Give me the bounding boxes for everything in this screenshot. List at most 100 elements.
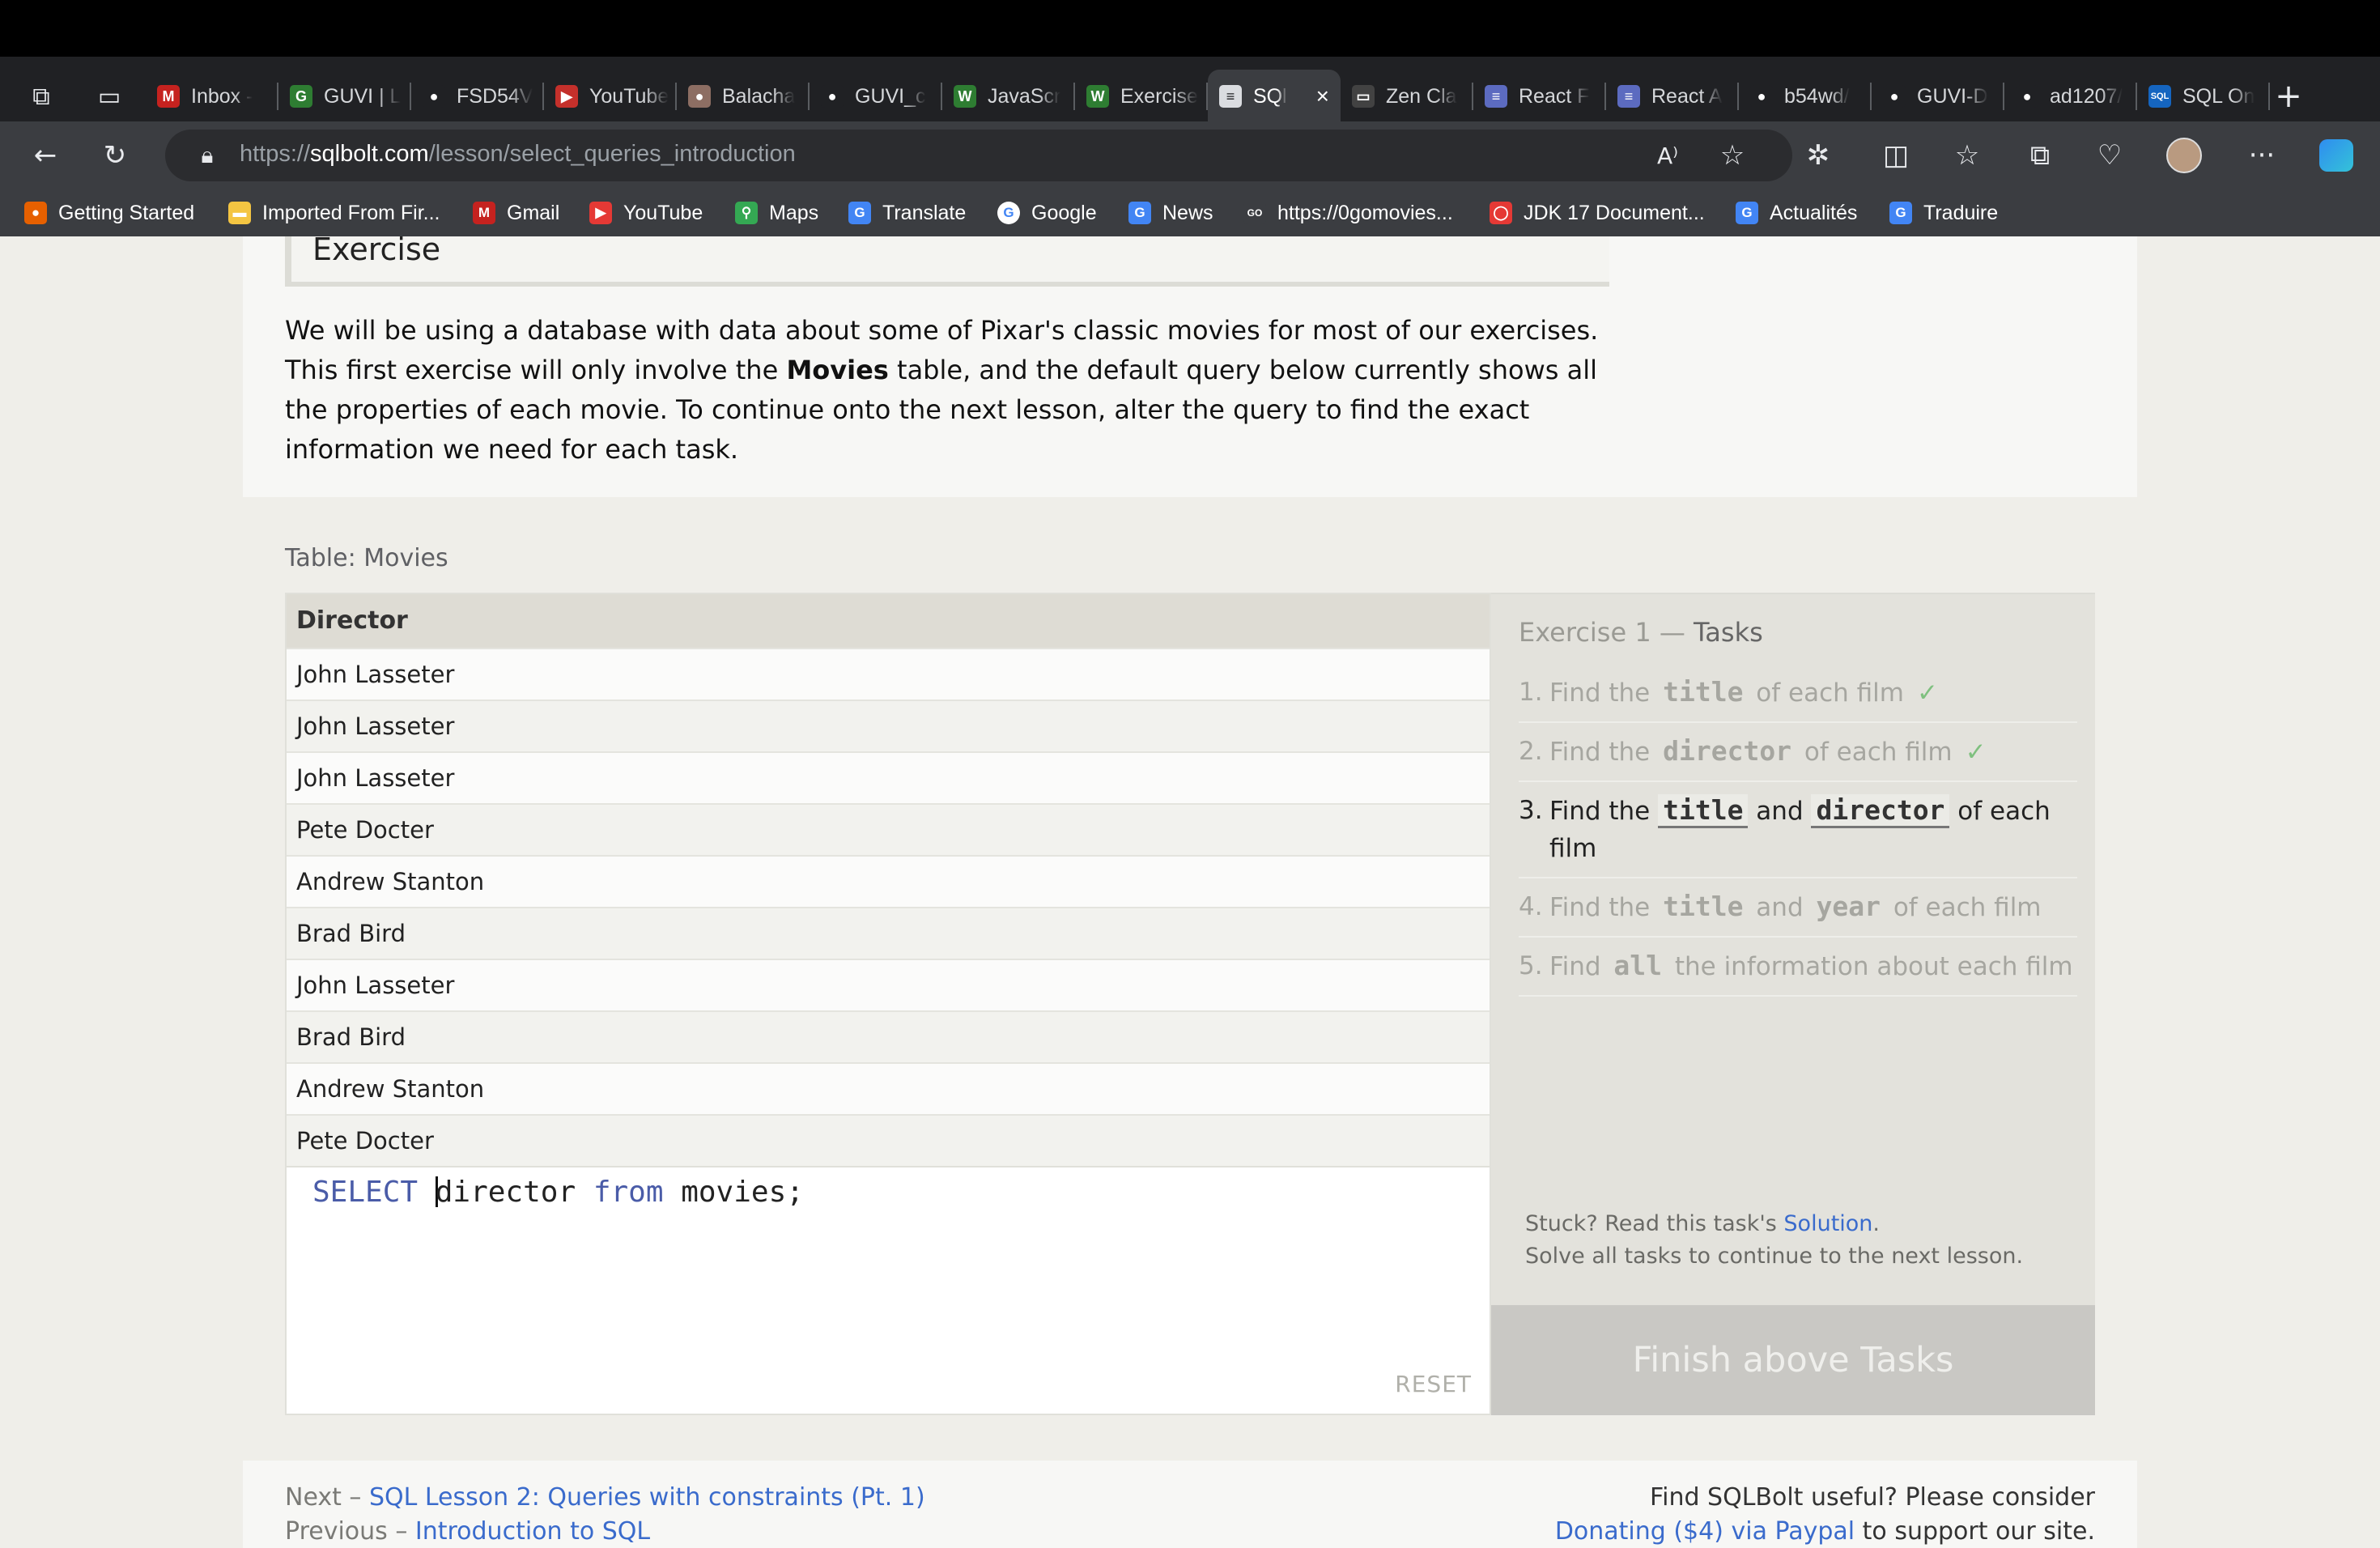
bookmark-item[interactable]: M Gmail <box>473 198 559 228</box>
browser-tab[interactable]: SQL SQL On <box>2137 70 2270 123</box>
w3schools-icon: W <box>954 85 976 108</box>
bookmark-item[interactable]: G Traduire <box>1889 198 1998 228</box>
new-tab-icon[interactable]: + <box>2267 74 2310 118</box>
support-line: Find SQLBolt useful? Please consider <box>1650 1483 2095 1512</box>
tab-label: Inbox - <box>191 84 253 108</box>
tab-label: React A <box>1651 84 1723 108</box>
browser-tab[interactable]: ● b54wd/ <box>1739 70 1872 123</box>
tab-label: b54wd/ <box>1784 84 1850 108</box>
read-aloud-icon[interactable]: A⁾ <box>1647 134 1689 176</box>
task-item: 1. Find the title of each film ✓ <box>1519 664 2077 723</box>
bookmark-label: Gmail <box>507 201 560 224</box>
tab-label: Exercise <box>1120 84 1198 108</box>
favorite-star-icon[interactable]: ☆ <box>1711 134 1753 176</box>
bookmark-label: Google <box>1031 201 1097 224</box>
browser-tab[interactable]: ● FSD54V <box>411 70 544 123</box>
maps-icon: ⚲ <box>735 202 758 224</box>
table-row: Brad Bird <box>287 1010 1490 1062</box>
browser-tab[interactable]: ● GUVI-D <box>1872 70 2004 123</box>
tab-label: Zen Cla <box>1386 84 1457 108</box>
task-text: Find the <box>1549 738 1659 767</box>
task-keyword: director <box>1663 735 1792 767</box>
bookmark-item[interactable]: G Actualités <box>1736 198 1857 228</box>
browser-tab[interactable]: G GUVI | L <box>278 70 411 123</box>
task-keyword: title <box>1658 794 1749 828</box>
browser-tab[interactable]: M Inbox - <box>146 70 278 123</box>
bookmark-item[interactable]: G Google <box>997 198 1097 228</box>
zen-icon: ▭ <box>1352 85 1375 108</box>
table-header-director: Director <box>287 594 1490 648</box>
bookmark-label: Maps <box>769 201 819 224</box>
table-row: Pete Docter <box>287 1114 1490 1166</box>
support-text: Find SQLBolt useful? Please consider <box>1650 1483 2095 1512</box>
sql-query-input[interactable]: SELECT director from movies; <box>312 1176 804 1209</box>
workspaces-icon[interactable]: ⧉ <box>19 74 63 118</box>
tab-label: React F <box>1519 84 1590 108</box>
github-icon: ● <box>1883 85 1906 108</box>
solution-link[interactable]: Solution <box>1783 1211 1872 1236</box>
reset-button[interactable]: RESET <box>1395 1371 1472 1397</box>
bookmark-item[interactable]: ◯ JDK 17 Document... <box>1490 198 1705 228</box>
bookmark-item[interactable]: G News <box>1128 198 1213 228</box>
task-item: 3. Find the title and director of each fi… <box>1519 782 2077 878</box>
close-tab-icon[interactable]: × <box>1316 83 1329 109</box>
news-icon: G <box>1128 202 1151 224</box>
browser-tab[interactable]: ▶ YouTube <box>544 70 677 123</box>
folder-icon: ▬ <box>228 202 251 224</box>
task-text: of each film <box>1796 738 1953 767</box>
document-icon: ≡ <box>1485 85 1507 108</box>
more-options-icon[interactable]: ··· <box>2241 134 2283 176</box>
browser-tab[interactable]: ▭ Zen Cla <box>1341 70 1473 123</box>
profile-avatar-icon[interactable] <box>2163 134 2205 176</box>
check-icon: ✓ <box>1965 738 1987 767</box>
tab-actions-icon[interactable]: ▭ <box>87 74 131 118</box>
sql-editor[interactable]: SELECT director from movies; RESET <box>285 1167 1491 1415</box>
bookmark-label: JDK 17 Document... <box>1524 201 1705 224</box>
finish-tasks-button[interactable]: Finish above Tasks <box>1491 1305 2095 1415</box>
exercise-description: We will be using a database with data ab… <box>285 311 1613 470</box>
translate-icon: G <box>848 202 871 224</box>
browser-tab[interactable]: ● ad1207/ <box>2004 70 2137 123</box>
donate-link[interactable]: Donating ($4) via Paypal <box>1555 1517 1855 1546</box>
github-icon: ● <box>423 85 445 108</box>
next-lesson-link[interactable]: SQL Lesson 2: Queries with constraints (… <box>369 1483 925 1512</box>
bookmark-item[interactable]: G Translate <box>848 198 966 228</box>
tasks-title: Exercise 1 — Tasks <box>1519 617 1763 648</box>
task-keyword: director <box>1811 794 1950 828</box>
reload-icon[interactable]: ↻ <box>94 134 136 176</box>
tab-label: JavaScr <box>988 84 1061 108</box>
copilot-icon[interactable] <box>2315 134 2357 176</box>
browser-tab[interactable]: ≡ SQl × <box>1208 70 1341 123</box>
task-text: Find the <box>1549 678 1659 708</box>
browser-tab[interactable]: ● GUVI_c <box>810 70 942 123</box>
browser-tab[interactable]: ≡ React A <box>1606 70 1739 123</box>
bookmark-item[interactable]: ▬ Imported From Fir... <box>228 198 440 228</box>
collections-icon[interactable]: ⧉ <box>2019 134 2061 176</box>
browser-tab[interactable]: ● Balacha <box>677 70 810 123</box>
browser-tab[interactable]: ≡ React F <box>1473 70 1606 123</box>
guvi-icon: G <box>290 85 312 108</box>
bookmark-item[interactable]: ● Getting Started <box>24 198 194 228</box>
tab-label: GUVI_c <box>855 84 926 108</box>
table-row: John Lasseter <box>287 648 1490 700</box>
browser-essentials-icon[interactable]: ♡ <box>2089 134 2131 176</box>
favorites-icon[interactable]: ☆ <box>1946 134 1988 176</box>
browser-tab[interactable]: W JavaScr <box>942 70 1075 123</box>
back-arrow-icon[interactable]: ← <box>24 134 66 176</box>
browser-tab[interactable]: W Exercise <box>1075 70 1208 123</box>
url-path: /lesson/select_queries_introduction <box>428 141 796 167</box>
results-table: Director John Lasseter John Lasseter John … <box>285 593 1491 1167</box>
bookmark-item[interactable]: GO https://0gomovies... <box>1243 198 1453 228</box>
previous-lesson-link[interactable]: Introduction to SQL <box>415 1517 650 1546</box>
extensions-icon[interactable]: ✲ <box>1797 134 1839 176</box>
gomovies-icon: GO <box>1243 202 1266 224</box>
split-screen-icon[interactable]: ◫ <box>1875 134 1917 176</box>
bookmark-label: News <box>1162 201 1213 224</box>
address-bar[interactable]: 🔒︎ https://sqlbolt.com/lesson/select_que… <box>165 130 1792 181</box>
lock-icon[interactable]: 🔒︎ <box>186 134 228 176</box>
results-table-body: John Lasseter John Lasseter John Lasseter P… <box>287 648 1490 1166</box>
bookmark-item[interactable]: ▶ YouTube <box>589 198 703 228</box>
window-title-bar <box>0 0 2380 57</box>
task-text: of each film <box>1885 893 2042 922</box>
bookmark-item[interactable]: ⚲ Maps <box>735 198 818 228</box>
